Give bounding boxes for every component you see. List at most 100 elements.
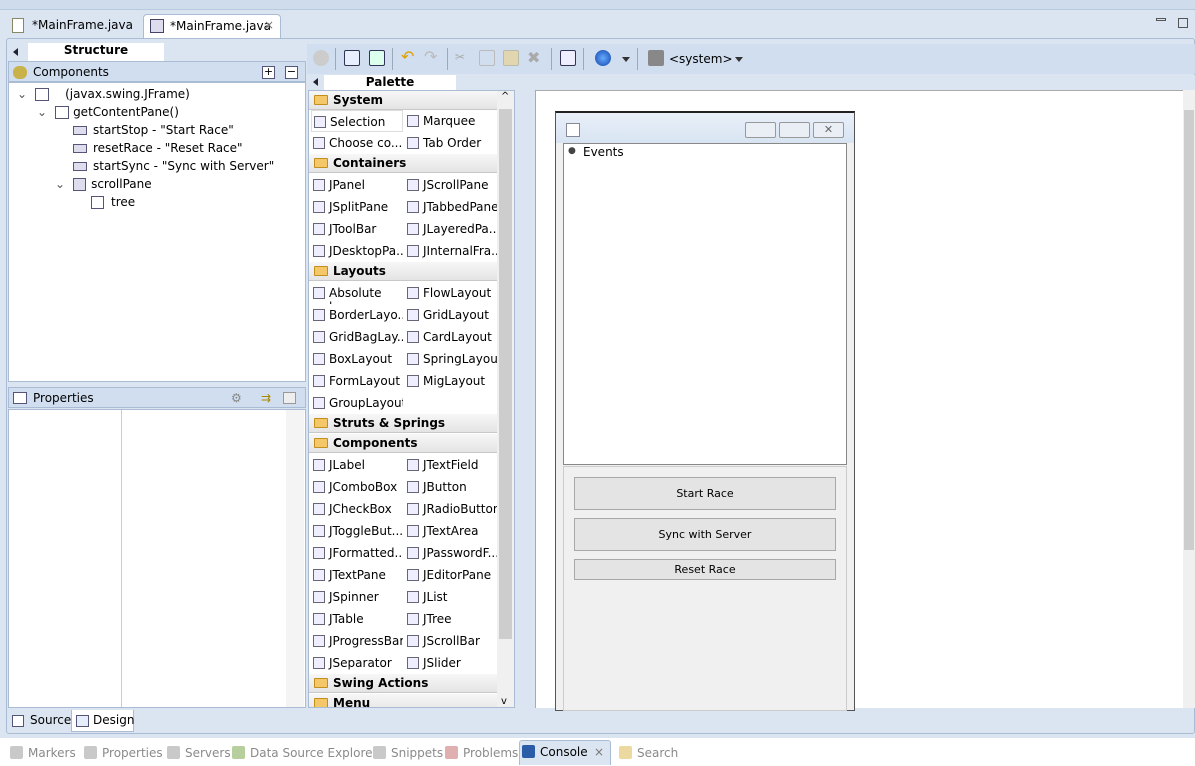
palette-item[interactable]: Choose co... [311,132,403,154]
palette-item[interactable]: JProgressBar [311,630,403,652]
palette-category[interactable]: Menu [309,694,497,707]
dropdown-arrow-icon[interactable] [735,57,743,66]
palette-item[interactable]: JLayeredPa... [405,218,497,240]
palette-item[interactable]: JList [405,586,497,608]
maximize-icon[interactable] [1178,18,1188,28]
tree-node-startsync[interactable]: startSync - "Sync with Server" [73,159,274,173]
tree-node-startstop[interactable]: startStop - "Start Race" [73,123,234,137]
redo-icon[interactable]: ↷ [424,49,440,66]
collapse-arrow-icon[interactable] [13,48,18,56]
undo-icon[interactable]: ↶ [401,49,417,66]
properties-view-tab[interactable]: Properties [82,742,163,764]
goto-definition-icon[interactable]: ⇉ [261,391,275,405]
dropdown-arrow-icon[interactable] [622,57,630,66]
paste-icon[interactable] [503,50,519,66]
palette-item[interactable]: FormLayout [311,370,403,392]
palette-item[interactable]: GridLayout [405,304,497,326]
design-tab[interactable]: Design [71,710,134,732]
canvas-scrollbar[interactable] [1183,90,1195,708]
palette-item[interactable]: JPasswordF... [405,542,497,564]
markers-tab[interactable]: Markers [8,742,76,764]
reset-race-button[interactable]: Reset Race [574,559,836,580]
palette-item[interactable]: JEditorPane [405,564,497,586]
problems-tab[interactable]: Problems [443,742,518,764]
palette-item[interactable]: JTabbedPane [405,196,497,218]
palette-item[interactable]: JFormatted... [311,542,403,564]
palette-item[interactable]: JTextPane [311,564,403,586]
maximize-button[interactable] [779,122,810,138]
servers-tab[interactable]: Servers [165,742,231,764]
palette-item[interactable]: JScrollBar [405,630,497,652]
palette-item[interactable]: JCheckBox [311,498,403,520]
cut-icon[interactable]: ✂ [455,50,471,66]
tab-order-icon[interactable] [560,50,576,66]
palette-item[interactable]: Absolute la... [311,282,403,304]
tree-node-tree[interactable]: tree [91,195,135,209]
palette-category[interactable]: Struts & Springs [309,414,497,433]
expand-all-icon[interactable]: + [262,66,275,79]
palette-item[interactable]: JToggleBut... [311,520,403,542]
palette-category[interactable]: Components [309,434,497,453]
palette-item[interactable]: JComboBox [311,476,403,498]
snippets-tab[interactable]: Snippets [371,742,443,764]
sync-server-button[interactable]: Sync with Server [574,518,836,551]
start-race-button[interactable]: Start Race [574,477,836,510]
palette-item[interactable]: JTextField [405,454,497,476]
editor-tab-design[interactable]: *MainFrame.java × [143,14,281,38]
scrollbar-thumb[interactable] [499,109,512,639]
palette-category[interactable]: Containers [309,154,497,173]
palette-item[interactable]: JButton [405,476,497,498]
search-tab[interactable]: Search [617,742,678,764]
palette-category[interactable]: Layouts [309,262,497,281]
close-tab-icon[interactable]: × [594,745,604,759]
delete-icon[interactable]: ✖ [527,50,543,66]
close-button[interactable]: ✕ [813,122,844,138]
palette-scrollbar[interactable]: ^ v [497,91,514,707]
minimize-icon[interactable] [1156,18,1166,21]
palette-item[interactable]: JSeparator [311,652,403,674]
palette-item[interactable]: JScrollPane [405,174,497,196]
close-tab-icon[interactable]: × [264,18,274,32]
copy-icon[interactable] [479,50,495,66]
tree-node-scrollpane[interactable]: ⌄ scrollPane [55,177,152,191]
tree-node-jframe[interactable]: ⌄ (javax.swing.JFrame) [17,87,190,101]
palette-item[interactable]: GridBagLay... [311,326,403,348]
collapse-all-icon[interactable]: − [285,66,298,79]
look-and-feel-select[interactable]: <system> [669,52,733,66]
properties-scrollbar[interactable] [286,410,304,707]
palette-item[interactable]: JInternalFra... [405,240,497,262]
palette-item[interactable]: JTable [311,608,403,630]
reparse-icon[interactable] [344,50,360,66]
palette-item[interactable]: JToolBar [311,218,403,240]
palette-item[interactable]: JTextArea [405,520,497,542]
palette-item[interactable]: JLabel [311,454,403,476]
test-gui-icon[interactable] [313,50,329,66]
palette-item[interactable]: FlowLayout [405,282,497,304]
palette-item[interactable]: Selection [311,110,403,132]
palette-item[interactable]: Marquee [405,110,497,132]
palette-item[interactable]: JSlider [405,652,497,674]
collapse-arrow-icon[interactable] [313,78,318,86]
tree-node-resetrace[interactable]: resetRace - "Reset Race" [73,141,243,155]
palette-category[interactable]: Swing Actions [309,674,497,693]
palette-item[interactable]: JSplitPane [311,196,403,218]
palette-item[interactable]: MigLayout [405,370,497,392]
console-tab[interactable]: Console × [519,740,611,765]
events-tree[interactable]: ● Events [563,143,847,465]
palette-item[interactable]: BoxLayout [311,348,403,370]
palette-item[interactable]: SpringLayout [405,348,497,370]
look-and-feel-icon[interactable] [648,50,664,66]
show-advanced-icon[interactable] [283,392,296,404]
jframe-preview[interactable]: ✕ ● Events Start Race Sync with Server R… [555,111,855,711]
palette-item[interactable]: CardLayout [405,326,497,348]
palette-item[interactable]: JSpinner [311,586,403,608]
palette-category[interactable]: System [309,91,497,110]
palette-item[interactable]: GroupLayout [311,392,403,414]
refresh-icon[interactable] [369,50,385,66]
palette-item[interactable]: BorderLayo... [311,304,403,326]
show-events-icon[interactable]: ⚙ [231,391,245,405]
palette-item[interactable]: JDesktopPa... [311,240,403,262]
palette-item[interactable]: Tab Order [405,132,497,154]
tree-node-content-pane[interactable]: ⌄ getContentPane() [37,105,179,119]
minimize-button[interactable] [745,122,776,138]
